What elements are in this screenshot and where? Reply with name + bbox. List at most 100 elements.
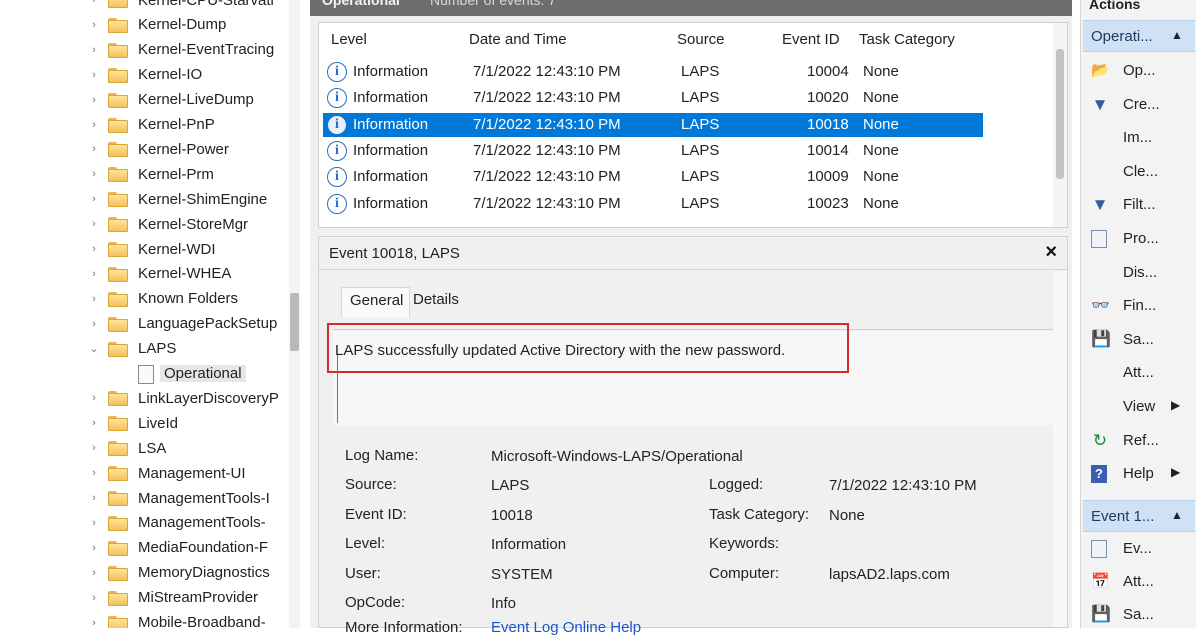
tree-item-folder[interactable]: › MemoryDiagnostics xyxy=(0,561,290,585)
detail-scrollbar[interactable] xyxy=(1053,271,1067,627)
collapsed-chevron-icon[interactable]: › xyxy=(88,69,100,81)
action-item[interactable]: ? Help ▶ xyxy=(1081,461,1195,489)
tree-item-folder[interactable]: › Kernel-CPU-Starvati xyxy=(0,0,290,12)
action-item[interactable]: Att... xyxy=(1081,360,1195,388)
list-scroll-thumb[interactable] xyxy=(1056,49,1064,179)
collapsed-chevron-icon[interactable]: › xyxy=(88,0,100,6)
tree-scroll-thumb[interactable] xyxy=(290,293,299,351)
tree-item-label: Mobile-Broadband- xyxy=(138,614,266,628)
collapsed-chevron-icon[interactable]: › xyxy=(88,44,100,56)
collapsed-chevron-icon[interactable]: › xyxy=(88,442,100,454)
tree-scrollbar[interactable] xyxy=(289,0,300,628)
tree-item-folder[interactable]: › Kernel-IO xyxy=(0,63,290,87)
column-task-category[interactable]: Task Category xyxy=(859,31,955,48)
list-scrollbar[interactable] xyxy=(1053,23,1067,227)
collapsed-chevron-icon[interactable]: › xyxy=(88,567,100,579)
action-item[interactable]: Dis... xyxy=(1081,260,1195,288)
tree-item-folder[interactable]: › Known Folders xyxy=(0,287,290,311)
action-item[interactable]: Ev... xyxy=(1081,536,1195,564)
keywords-label: Keywords: xyxy=(709,535,780,552)
collapsed-chevron-icon[interactable]: › xyxy=(88,617,100,629)
collapsed-chevron-icon[interactable]: › xyxy=(88,143,100,155)
collapsed-chevron-icon[interactable]: › xyxy=(88,268,100,280)
collapsed-chevron-icon[interactable]: › xyxy=(88,94,100,106)
tree-item-label: Kernel-WHEA xyxy=(138,265,232,283)
event-row[interactable]: i Information 7/1/2022 12:43:10 PM LAPS 1002… xyxy=(323,86,983,110)
tree-item-folder[interactable]: › Kernel-WDI xyxy=(0,237,290,261)
tree-item-folder[interactable]: › Kernel-PnP xyxy=(0,113,290,137)
collapsed-chevron-icon[interactable]: › xyxy=(88,168,100,180)
column-date-time[interactable]: Date and Time xyxy=(469,31,567,48)
tree-item-folder[interactable]: › Kernel-WHEA xyxy=(0,262,290,286)
tree-item-label: ManagementTools-I xyxy=(138,489,270,507)
collapsed-chevron-icon[interactable]: › xyxy=(88,19,100,31)
tree-item-folder[interactable]: › Kernel-EventTracing xyxy=(0,38,290,62)
collapsed-chevron-icon[interactable]: › xyxy=(88,592,100,604)
column-level[interactable]: Level xyxy=(331,31,367,48)
action-item[interactable]: 📅 Att... xyxy=(1081,569,1195,597)
actions-section-operational[interactable]: Operati... ▲ xyxy=(1083,20,1195,52)
collapsed-chevron-icon[interactable]: › xyxy=(88,218,100,230)
collapsed-chevron-icon[interactable]: › xyxy=(88,119,100,131)
column-event-id[interactable]: Event ID xyxy=(782,31,840,48)
close-detail-button[interactable]: × xyxy=(1045,241,1057,264)
action-item[interactable]: 💾 Sa... xyxy=(1081,327,1195,355)
tree-item-label: Management-UI xyxy=(138,464,246,482)
tree-item-folder[interactable]: › Kernel-LiveDump xyxy=(0,88,290,112)
actions-pane: Actions Operati... ▲ 📂 Op... ▼ Cre... Im... C… xyxy=(1080,0,1196,628)
tree-item-folder[interactable]: › MediaFoundation-F xyxy=(0,536,290,560)
tree-item-folder[interactable]: › ManagementTools- xyxy=(0,511,290,535)
tree-item-folder[interactable]: › Kernel-Power xyxy=(0,137,290,161)
event-row[interactable]: i Information 7/1/2022 12:43:10 PM LAPS 1000… xyxy=(323,165,983,189)
tree-item-log[interactable]: Operational xyxy=(0,362,290,386)
cell-level: Information xyxy=(353,115,429,133)
tree-item-folder[interactable]: › LinkLayerDiscoveryP xyxy=(0,386,290,410)
tree-item-folder[interactable]: › LiveId xyxy=(0,411,290,435)
event-row[interactable]: i Information 7/1/2022 12:43:10 PM LAPS 1002… xyxy=(323,192,983,216)
collapsed-chevron-icon[interactable]: › xyxy=(88,243,100,255)
section-label: Event 1... xyxy=(1091,508,1155,525)
expanded-chevron-icon[interactable]: ⌄ xyxy=(88,342,100,355)
collapse-up-icon[interactable]: ▲ xyxy=(1171,508,1183,522)
collapsed-chevron-icon[interactable]: › xyxy=(88,542,100,554)
collapse-up-icon[interactable]: ▲ xyxy=(1171,28,1183,42)
tree-item-folder[interactable]: › Kernel-StoreMgr xyxy=(0,212,290,236)
actions-section-event[interactable]: Event 1... ▲ xyxy=(1083,500,1195,532)
tree-item-folder[interactable]: › LSA xyxy=(0,436,290,460)
tree-item-folder[interactable]: › Kernel-Dump xyxy=(0,13,290,37)
collapsed-chevron-icon[interactable]: › xyxy=(88,392,100,404)
collapsed-chevron-icon[interactable]: › xyxy=(88,318,100,330)
action-item[interactable]: ▼ Filt... xyxy=(1081,192,1195,220)
tree-item-folder[interactable]: › Kernel-ShimEngine xyxy=(0,187,290,211)
information-icon: i xyxy=(327,88,347,109)
tab-general[interactable]: General xyxy=(341,287,411,317)
tree-item-folder[interactable]: › MiStreamProvider xyxy=(0,586,290,610)
action-item[interactable]: Im... xyxy=(1081,125,1195,153)
tree-item-folder[interactable]: › ManagementTools-I xyxy=(0,486,290,510)
event-row[interactable]: i Information 7/1/2022 12:43:10 PM LAPS 1001… xyxy=(323,139,983,163)
action-item[interactable]: Pro... xyxy=(1081,226,1195,254)
action-item[interactable]: Cle... xyxy=(1081,159,1195,187)
action-item[interactable]: 👓 Fin... xyxy=(1081,293,1195,321)
action-item[interactable]: 📂 Op... xyxy=(1081,58,1195,86)
column-source[interactable]: Source xyxy=(677,31,725,48)
action-item[interactable]: ↻ Ref... xyxy=(1081,428,1195,456)
event-list[interactable]: Level Date and Time Source Event ID Task… xyxy=(318,22,1068,228)
action-item[interactable]: 💾 Sa... xyxy=(1081,602,1195,630)
collapsed-chevron-icon[interactable]: › xyxy=(88,417,100,429)
collapsed-chevron-icon[interactable]: › xyxy=(88,293,100,305)
tree-item-folder[interactable]: › Management-UI xyxy=(0,461,290,485)
collapsed-chevron-icon[interactable]: › xyxy=(88,492,100,504)
collapsed-chevron-icon[interactable]: › xyxy=(88,467,100,479)
tree-item-folder[interactable]: › Mobile-Broadband- xyxy=(0,611,290,629)
tab-details[interactable]: Details xyxy=(413,291,459,308)
tree-item-folder[interactable]: › LanguagePackSetup xyxy=(0,312,290,336)
action-item[interactable]: View ▶ xyxy=(1081,394,1195,422)
event-row[interactable]: i Information 7/1/2022 12:43:10 PM LAPS 1001… xyxy=(323,112,983,137)
tree-item-folder[interactable]: › Kernel-Prm xyxy=(0,162,290,186)
collapsed-chevron-icon[interactable]: › xyxy=(88,517,100,529)
tree-item-folder[interactable]: ⌄ LAPS xyxy=(0,337,290,361)
collapsed-chevron-icon[interactable]: › xyxy=(88,193,100,205)
action-item[interactable]: ▼ Cre... xyxy=(1081,92,1195,120)
event-row[interactable]: i Information 7/1/2022 12:43:10 PM LAPS 1000… xyxy=(323,60,983,84)
